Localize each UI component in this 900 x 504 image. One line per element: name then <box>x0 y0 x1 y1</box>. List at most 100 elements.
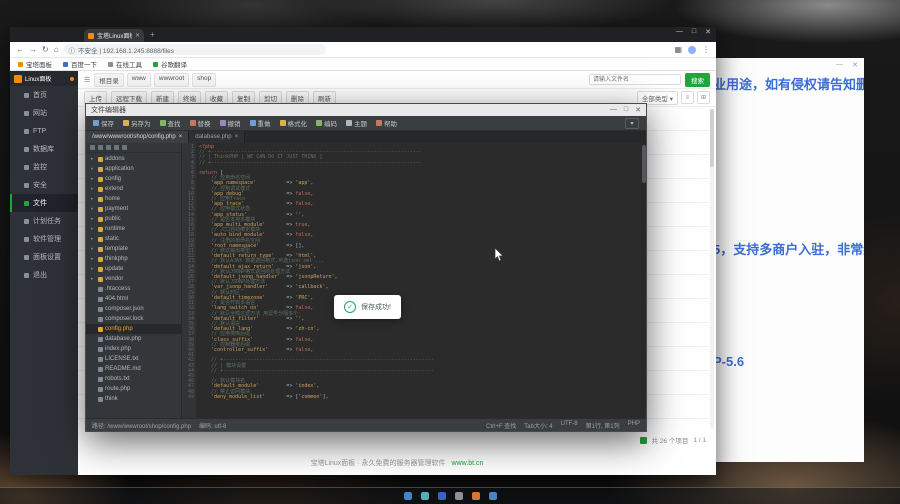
editor-menu-另存为[interactable]: 另存为 <box>123 118 151 128</box>
bookmark-item[interactable]: 宝塔面板 <box>18 59 52 69</box>
breadcrumb-segment[interactable]: www <box>127 73 151 87</box>
editor-tab[interactable]: /www/wwwroot/shop/config.php× <box>86 131 189 143</box>
file-list-scrollbar[interactable] <box>710 109 714 429</box>
taskbar-icon[interactable] <box>455 492 463 500</box>
chevron-right-icon[interactable]: ▸ <box>91 166 96 172</box>
bgwindow-minimize-icon[interactable]: — <box>836 61 843 69</box>
tree-file[interactable]: composer.json <box>86 304 181 314</box>
tree-folder[interactable]: ▸application <box>86 164 181 174</box>
taskbar-icon[interactable] <box>438 492 446 500</box>
sidebar-item-监控[interactable]: 监控 <box>10 158 78 176</box>
sidebar-item-首页[interactable]: 首页 <box>10 86 78 104</box>
tree-folder[interactable]: ▸public <box>86 214 181 224</box>
tree-folder[interactable]: ▸template <box>86 244 181 254</box>
breadcrumb-segment[interactable]: 根目录 <box>94 73 124 87</box>
footer-link[interactable]: www.bt.cn <box>452 460 484 467</box>
reload-icon[interactable]: ↻ <box>42 46 49 54</box>
tree-file[interactable]: README.md <box>86 364 181 374</box>
tree-folder[interactable]: ▸home <box>86 194 181 204</box>
new-tab-button[interactable]: + <box>150 30 155 39</box>
browser-minimize-icon[interactable]: — <box>676 28 683 36</box>
chevron-right-icon[interactable]: ▸ <box>91 186 96 192</box>
breadcrumb-segment[interactable]: shop <box>192 73 216 87</box>
profile-avatar[interactable] <box>688 46 696 54</box>
search-button[interactable]: 搜索 <box>685 73 710 87</box>
tree-folder[interactable]: ▸payment <box>86 204 181 214</box>
sidebar-item-安全[interactable]: 安全 <box>10 176 78 194</box>
tree-file[interactable]: config.php <box>86 324 181 334</box>
browser-maximize-icon[interactable]: □ <box>692 28 696 36</box>
taskbar-icon[interactable] <box>404 492 412 500</box>
tree-refresh-icon[interactable] <box>90 145 95 150</box>
home-icon[interactable]: ⌂ <box>54 46 59 54</box>
tree-folder[interactable]: ▸vendor <box>86 274 181 284</box>
info-icon[interactable]: ⓘ <box>69 45 76 55</box>
bookmark-item[interactable]: 谷歌翻译 <box>153 59 187 69</box>
tree-new-folder-icon[interactable] <box>106 145 111 150</box>
editor-menu-帮助[interactable]: 帮助 <box>376 118 397 128</box>
tree-folder[interactable]: ▸static <box>86 234 181 244</box>
editor-menu-撤销[interactable]: 撤销 <box>220 118 241 128</box>
menu-more-icon[interactable]: ▾ <box>625 118 639 129</box>
bookmark-item[interactable]: 百度一下 <box>63 59 97 69</box>
code-content[interactable]: <?php// +-------------------------------… <box>196 143 646 418</box>
tree-folder[interactable]: ▸update <box>86 264 181 274</box>
tree-file[interactable]: index.php <box>86 344 181 354</box>
tree-folder[interactable]: ▸thinkphp <box>86 254 181 264</box>
editor-maximize-icon[interactable]: □ <box>624 106 628 114</box>
chevron-right-icon[interactable]: ▸ <box>91 256 96 262</box>
editor-minimize-icon[interactable]: — <box>610 106 617 114</box>
editor-close-icon[interactable]: ✕ <box>635 106 641 114</box>
chevron-right-icon[interactable]: ▸ <box>91 206 96 212</box>
code-scrollbar[interactable] <box>641 143 646 418</box>
chevron-right-icon[interactable]: ▸ <box>91 176 96 182</box>
tree-file[interactable]: 404.html <box>86 294 181 304</box>
tree-up-icon[interactable] <box>114 145 119 150</box>
tree-file[interactable]: database.php <box>86 334 181 344</box>
tree-file[interactable]: .htaccess <box>86 284 181 294</box>
tree-file[interactable]: route.php <box>86 384 181 394</box>
editor-menu-查找[interactable]: 查找 <box>160 118 181 128</box>
sidebar-item-数据库[interactable]: 数据库 <box>10 140 78 158</box>
editor-menu-格式化[interactable]: 格式化 <box>280 118 308 128</box>
taskbar-icon[interactable] <box>472 492 480 500</box>
sidebar-item-退出[interactable]: 退出 <box>10 266 78 284</box>
taskbar-icon[interactable] <box>489 492 497 500</box>
menu-icon[interactable]: ☰ <box>84 76 90 84</box>
list-view-icon[interactable]: ≡ <box>681 91 694 104</box>
tree-file[interactable]: LICENSE.txt <box>86 354 181 364</box>
sidebar-item-文件[interactable]: 文件 <box>10 194 78 212</box>
sidebar-item-网站[interactable]: 网站 <box>10 104 78 122</box>
chevron-right-icon[interactable]: ▸ <box>91 236 96 242</box>
tree-file[interactable]: think <box>86 394 181 404</box>
tree-collapse-icon[interactable] <box>122 145 127 150</box>
tree-file[interactable]: composer.lock <box>86 314 181 324</box>
chevron-right-icon[interactable]: ▸ <box>91 276 96 282</box>
tree-folder[interactable]: ▸addons <box>86 154 181 164</box>
editor-menu-保存[interactable]: 保存 <box>93 118 114 128</box>
sidebar-item-面板设置[interactable]: 面板设置 <box>10 248 78 266</box>
editor-tab-close-icon[interactable]: × <box>179 134 183 140</box>
tree-folder[interactable]: ▸runtime <box>86 224 181 234</box>
bgwindow-close-icon[interactable]: ✕ <box>852 61 858 69</box>
tree-folder[interactable]: ▸extend <box>86 184 181 194</box>
editor-menu-编码[interactable]: 编码 <box>316 118 337 128</box>
chevron-right-icon[interactable]: ▸ <box>91 216 96 222</box>
extensions-icon[interactable]: ▦ <box>674 46 682 54</box>
editor-tab-close-icon[interactable]: × <box>235 134 239 140</box>
bookmark-item[interactable]: 在线工具 <box>108 59 142 69</box>
chevron-right-icon[interactable]: ▸ <box>91 266 96 272</box>
tree-new-file-icon[interactable] <box>98 145 103 150</box>
taskbar-icon[interactable] <box>421 492 429 500</box>
editor-tab[interactable]: database.php× <box>189 131 245 143</box>
code-area[interactable]: 1234567891011121314151617181920212223242… <box>182 143 646 418</box>
browser-menu-icon[interactable]: ⋮ <box>702 46 710 54</box>
grid-view-icon[interactable]: ⊞ <box>697 91 710 104</box>
tab-close-icon[interactable]: ✕ <box>135 32 140 39</box>
chevron-right-icon[interactable]: ▸ <box>91 226 96 232</box>
editor-menu-重做[interactable]: 重做 <box>250 118 271 128</box>
forward-icon[interactable]: → <box>29 46 37 54</box>
editor-menu-主题[interactable]: 主题 <box>346 118 367 128</box>
tree-folder[interactable]: ▸config <box>86 174 181 184</box>
chevron-right-icon[interactable]: ▸ <box>91 196 96 202</box>
